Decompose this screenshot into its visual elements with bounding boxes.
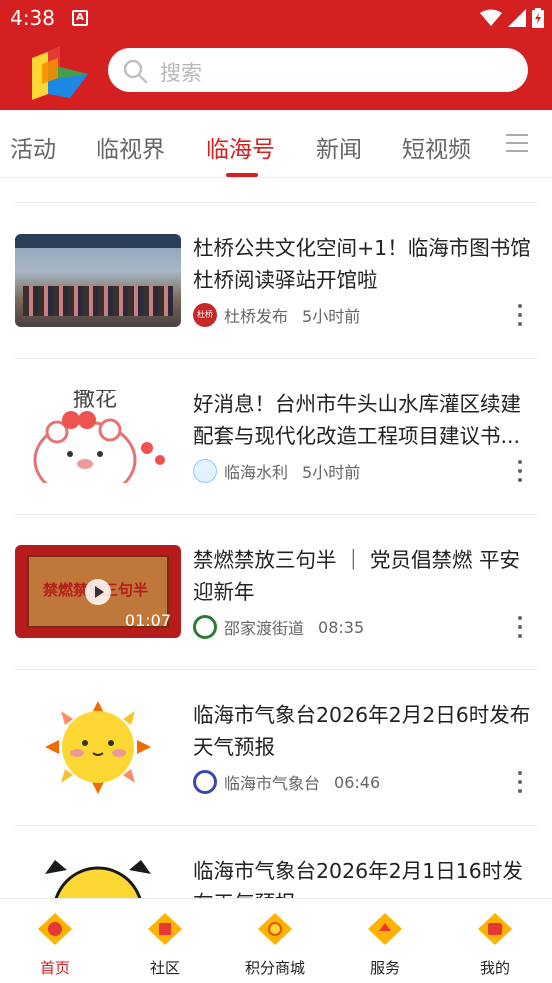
search-placeholder: 搜索 [160,61,202,85]
article-time: 5小时前 [302,307,361,326]
more-options-icon[interactable] [515,616,525,642]
article-time: 06:46 [334,772,381,792]
services-icon [368,913,402,945]
nav-home[interactable]: 首页 [0,911,110,978]
article-source: 杜桥发布 [224,307,289,326]
article-source: 临海市气象台 [224,774,321,793]
source-avatar-icon [193,770,217,794]
list-item[interactable]: 临海市气象台2026年2月1日16时发布天气预报 [0,826,552,898]
tab-short-video[interactable]: 短视频 [402,130,471,164]
tab-linhaihao[interactable]: 临海号 [206,130,275,164]
nav-points-mall[interactable]: 积分商城 [220,911,330,978]
notification-app-icon: A [72,10,88,26]
active-tab-indicator [226,173,258,177]
status-time: 4:38 [10,6,55,30]
nav-services-label: 服务 [369,959,400,977]
list-item[interactable]: 撒花 好消息！台州市牛头山水库灌区续建配套与现代化改造工程项目建议书... 临海… [0,359,552,509]
article-title: 好消息！台州市牛头山水库灌区续建配套与现代化改造工程项目建议书... [193,392,521,448]
source-avatar-icon [193,615,217,639]
tab-menu-icon[interactable] [506,134,528,152]
article-meta: 临海市气象台 06:46 [193,770,380,794]
article-thumbnail [15,856,181,898]
nav-points-mall-label: 积分商城 [244,959,305,977]
search-bar[interactable]: 搜索 [108,48,528,92]
sun-icon [45,860,151,898]
article-meta: 临海水利 5小时前 [193,459,360,483]
app-logo-icon[interactable] [28,44,90,102]
more-options-icon[interactable] [515,460,525,486]
article-time: 5小时前 [302,463,361,482]
list-item[interactable]: 禁燃禁放三句半 01:07 禁燃禁放三句半 ｜ 党员倡禁燃 平安迎新年 邵家渡街… [0,515,552,665]
sun-icon [45,701,151,794]
article-source: 邵家渡街道 [224,619,305,638]
play-icon[interactable] [85,579,111,605]
nav-mine-label: 我的 [479,959,510,977]
community-icon [148,913,182,945]
article-title: 禁燃禁放三句半 ｜ 党员倡禁燃 平安迎新年 [193,548,521,604]
article-title: 临海市气象台2026年2月1日16时发布天气预报 [193,859,523,898]
article-thumbnail [15,234,181,327]
article-title: 杜桥公共文化空间+1！临海市图书馆杜桥阅读驿站开馆啦 [193,236,531,292]
list-item[interactable]: 杜桥公共文化空间+1！临海市图书馆杜桥阅读驿站开馆啦 杜桥 杜桥发布 5小时前 [0,203,552,353]
news-feed[interactable]: 杜桥公共文化空间+1！临海市图书馆杜桥阅读驿站开馆啦 杜桥 杜桥发布 5小时前 … [0,178,552,898]
nav-services[interactable]: 服务 [330,911,440,978]
battery-icon [532,8,544,28]
bottom-nav: 首页 社区 积分商城 服务 我的 [0,898,552,983]
article-thumbnail: 撒花 [15,390,181,483]
article-meta: 杜桥 杜桥发布 5小时前 [193,303,360,327]
cartoon-bear-icon: 撒花 [33,390,165,483]
cell-signal-icon [508,9,526,27]
article-time: 08:35 [318,617,365,637]
source-avatar-icon [193,459,217,483]
nav-community[interactable]: 社区 [110,911,220,978]
source-avatar-icon: 杜桥 [193,303,217,327]
more-options-icon[interactable] [515,771,525,797]
tab-news[interactable]: 新闻 [316,130,362,164]
article-thumbnail [15,701,181,794]
profile-icon [478,913,512,945]
nav-mine[interactable]: 我的 [440,911,550,978]
more-options-icon[interactable] [515,304,525,330]
search-icon [123,59,148,84]
category-tabs: 活动 临视界 临海号 新闻 短视频 [0,110,552,178]
video-thumbnail: 禁燃禁放三句半 01:07 [15,545,181,638]
wifi-icon [480,9,502,26]
nav-community-label: 社区 [149,959,180,977]
points-mall-icon [258,913,292,945]
home-icon [38,913,72,945]
status-bar: 4:38 A [0,0,552,36]
tab-activity[interactable]: 活动 [10,130,56,164]
article-meta: 邵家渡街道 08:35 [193,615,364,639]
article-source: 临海水利 [224,463,289,482]
svg-text:撒花: 撒花 [73,390,117,412]
video-duration: 01:07 [124,611,171,630]
list-item[interactable]: 临海市气象台2026年2月2日6时发布天气预报 临海市气象台 06:46 [0,670,552,820]
status-icons [480,8,544,28]
nav-home-label: 首页 [39,959,70,977]
article-title: 临海市气象台2026年2月2日6时发布天气预报 [193,703,531,759]
app-header: 搜索 [0,36,552,110]
tab-linshijie[interactable]: 临视界 [96,130,165,164]
